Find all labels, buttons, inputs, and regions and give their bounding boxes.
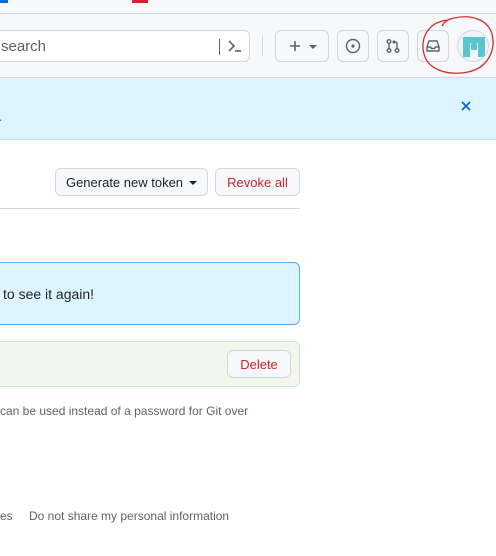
plus-icon xyxy=(290,41,300,51)
close-icon[interactable] xyxy=(458,98,474,114)
notice-text: to see it again! xyxy=(3,286,95,302)
header-accent-blue xyxy=(0,0,8,3)
red-circle-annotation xyxy=(422,16,494,74)
delete-label: Delete xyxy=(240,356,278,372)
pull-requests-button[interactable] xyxy=(377,30,409,62)
footer-link-fragment[interactable]: es xyxy=(0,509,13,523)
pull-request-icon xyxy=(386,39,400,53)
delete-token-button[interactable]: Delete xyxy=(227,350,291,378)
flash-banner xyxy=(0,78,496,140)
create-new-button[interactable] xyxy=(275,30,329,62)
issues-button[interactable] xyxy=(337,30,369,62)
header-bar: search xyxy=(0,0,496,78)
privacy-link[interactable]: Do not share my personal information xyxy=(29,509,229,523)
search-separator xyxy=(219,39,220,55)
issue-icon xyxy=(345,38,361,54)
generate-token-button[interactable]: Generate new token xyxy=(55,168,208,196)
revoke-all-button[interactable]: Revoke all xyxy=(215,168,300,196)
revoke-all-label: Revoke all xyxy=(227,174,288,190)
chevron-down-icon xyxy=(309,44,317,49)
generate-token-label: Generate new token xyxy=(65,174,184,190)
help-text: can be used instead of a password for Gi… xyxy=(0,404,249,418)
chevron-down-icon xyxy=(189,180,198,185)
header-accent-red xyxy=(132,0,148,3)
header-divider xyxy=(262,36,263,56)
command-palette-icon[interactable] xyxy=(225,36,245,56)
search-input[interactable]: search xyxy=(0,30,250,62)
search-placeholder: search xyxy=(1,38,47,55)
section-divider xyxy=(0,208,300,209)
flash-text: . xyxy=(0,108,2,124)
